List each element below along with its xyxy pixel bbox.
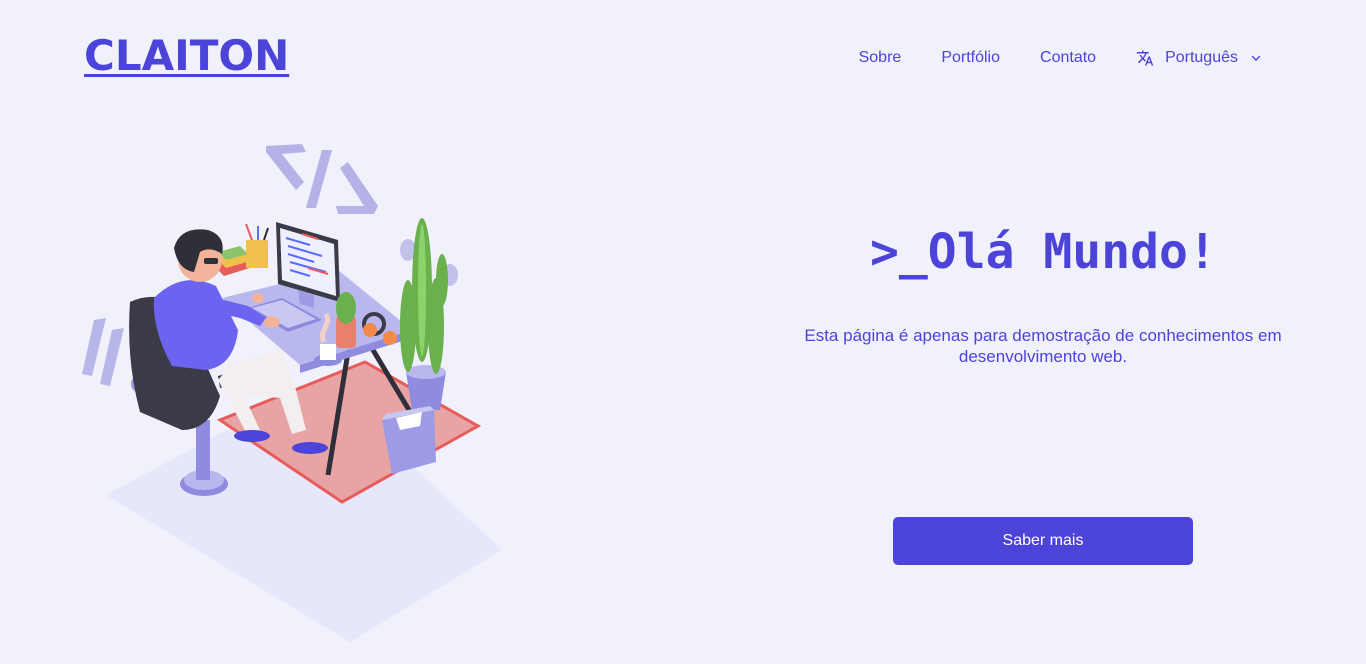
hero-title: >_Olá Mundo! bbox=[870, 224, 1217, 280]
nav-link-portfolio[interactable]: Portfólio bbox=[941, 47, 1000, 69]
language-select[interactable]: Português bbox=[1136, 47, 1262, 69]
developer-at-desk-illustration bbox=[82, 144, 502, 642]
translate-icon bbox=[1136, 50, 1154, 66]
chevron-down-icon bbox=[1251, 55, 1261, 61]
language-label: Português bbox=[1165, 49, 1238, 66]
saber-mais-button[interactable]: Saber mais bbox=[893, 517, 1193, 565]
logo[interactable]: CLAITON bbox=[84, 31, 289, 81]
main-nav: Sobre Portfólio Contato Português bbox=[819, 47, 1262, 69]
nav-link-sobre[interactable]: Sobre bbox=[859, 47, 902, 69]
nav-link-contato[interactable]: Contato bbox=[1040, 47, 1096, 69]
landing-page: CLAITON Sobre Portfólio Contato Portuguê… bbox=[0, 0, 1366, 664]
hero-description: Esta página é apenas para demostração de… bbox=[804, 326, 1282, 366]
